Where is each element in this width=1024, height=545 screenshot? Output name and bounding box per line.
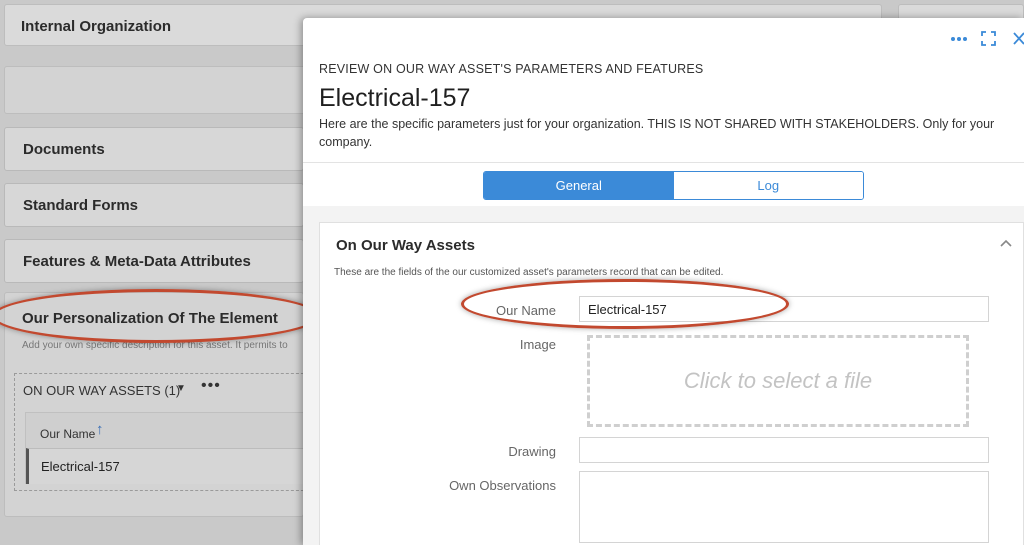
more-options-icon[interactable] <box>950 36 968 42</box>
drawing-input[interactable] <box>579 437 989 463</box>
standard-forms-title: Standard Forms <box>23 197 139 214</box>
image-file-dropzone[interactable]: Click to select a file <box>587 335 969 427</box>
caret-down-icon[interactable]: ▼ <box>176 383 186 394</box>
personalization-title: Our Personalization Of The Element <box>22 310 278 327</box>
column-header-our-name[interactable]: Our Name <box>40 427 95 441</box>
assets-table: Our Name ↑ Electrical-157 <box>25 412 316 484</box>
standard-forms-section[interactable]: Standard Forms <box>4 183 304 227</box>
panel-description: Here are the specific parameters just fo… <box>319 117 995 149</box>
own-observations-textarea[interactable] <box>579 471 989 543</box>
row-our-name: Electrical-157 <box>41 459 120 474</box>
image-label: Image <box>519 337 556 352</box>
table-row[interactable]: Electrical-157 <box>26 448 316 484</box>
internal-organization-title: Internal Organization <box>21 18 172 35</box>
assets-list-box: ON OUR WAY ASSETS (1) ▼ ••• Our Name ↑ E… <box>14 373 316 491</box>
chevron-up-icon[interactable] <box>997 235 1015 253</box>
divider <box>303 162 1024 163</box>
tab-log[interactable]: Log <box>673 172 863 199</box>
tab-bar: General Log <box>483 171 864 200</box>
documents-title: Documents <box>23 141 105 158</box>
form-area: On Our Way Assets These are the fields o… <box>303 206 1024 545</box>
assets-header[interactable]: ON OUR WAY ASSETS (1) <box>23 383 180 398</box>
section-title: On Our Way Assets <box>336 237 475 254</box>
panel-kicker: REVIEW ON OUR WAY ASSET'S PARAMETERS AND… <box>319 62 704 76</box>
asset-review-panel: REVIEW ON OUR WAY ASSET'S PARAMETERS AND… <box>303 18 1024 545</box>
features-title: Features & Meta-Data Attributes <box>23 253 251 270</box>
more-options-icon[interactable]: ••• <box>201 377 221 395</box>
panel-title: Electrical-157 <box>319 84 471 112</box>
sort-ascending-icon[interactable]: ↑ <box>96 421 104 438</box>
close-icon[interactable] <box>1012 31 1024 46</box>
drawing-label: Drawing <box>508 444 556 459</box>
features-section[interactable]: Features & Meta-Data Attributes <box>4 239 304 283</box>
documents-section[interactable]: Documents <box>4 127 304 171</box>
on-our-way-assets-section: On Our Way Assets These are the fields o… <box>319 222 1024 545</box>
personalization-section: Our Personalization Of The Element Add y… <box>4 292 316 517</box>
our-name-label: Our Name <box>496 303 556 318</box>
expand-icon[interactable] <box>981 31 996 46</box>
personalization-description: Add your own specific description for th… <box>22 340 288 351</box>
tab-general[interactable]: General <box>484 172 674 199</box>
our-name-input[interactable]: Electrical-157 <box>579 296 989 322</box>
own-observations-label: Own Observations <box>449 478 556 493</box>
section-subtitle: These are the fields of the our customiz… <box>334 267 724 278</box>
